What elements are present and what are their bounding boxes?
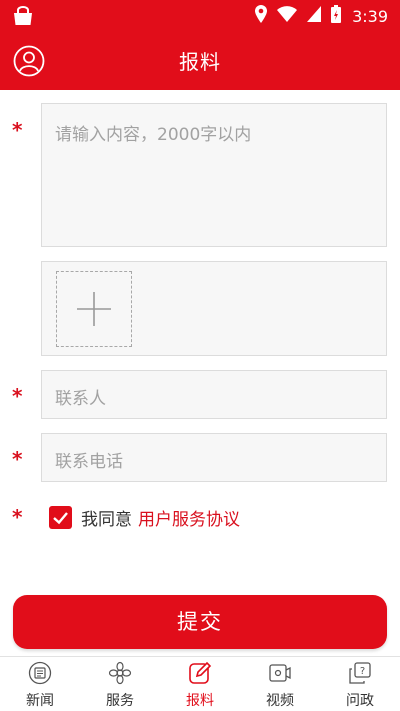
tab-label: 新闻 <box>26 693 54 709</box>
tab-label: 问政 <box>346 693 374 709</box>
tab-label: 报料 <box>186 693 214 709</box>
wifi-icon <box>276 5 298 27</box>
header: 报料 <box>0 32 400 90</box>
agree-label: 我同意 <box>81 509 132 530</box>
video-icon <box>269 664 291 682</box>
agreement-row: 我同意 用户服务协议 <box>49 503 240 531</box>
agree-checkbox[interactable] <box>49 505 72 529</box>
submit-button[interactable]: 提交 <box>13 595 387 649</box>
tab-news[interactable]: 新闻 <box>0 657 80 711</box>
status-bar: 3:39 <box>0 0 400 32</box>
plus-icon <box>77 292 111 326</box>
image-upload-area <box>41 261 387 356</box>
signal-icon <box>306 5 322 27</box>
tab-label: 视频 <box>266 693 294 709</box>
contact-name-field[interactable]: 联系人 <box>41 370 387 419</box>
tab-label: 服务 <box>106 693 134 709</box>
service-icon <box>108 661 132 685</box>
inquiry-icon: ? <box>349 662 371 684</box>
add-image-button[interactable] <box>56 271 132 347</box>
contact-name-placeholder: 联系人 <box>55 389 106 409</box>
status-icons: 3:39 <box>254 5 388 27</box>
battery-icon <box>330 4 342 28</box>
checkmark-icon <box>53 511 68 524</box>
phone-field[interactable]: 联系电话 <box>41 433 387 482</box>
status-time: 3:39 <box>352 6 388 26</box>
top-bar: 3:39 报料 <box>0 0 400 90</box>
phone-placeholder: 联系电话 <box>55 452 123 472</box>
report-icon <box>189 661 212 684</box>
news-icon <box>28 661 52 685</box>
content-placeholder: 请输入内容，2000字以内 <box>55 125 252 145</box>
user-agreement-link[interactable]: 用户服务协议 <box>138 505 240 530</box>
tab-video[interactable]: 视频 <box>240 657 320 711</box>
tab-inquiry[interactable]: ? 问政 <box>320 657 400 711</box>
svg-text:?: ? <box>360 666 365 677</box>
required-mark: * <box>12 447 23 471</box>
content-textarea[interactable]: 请输入内容，2000字以内 <box>41 103 387 247</box>
bottom-tab-bar: 新闻 服务 报料 视频 ? 问政 <box>0 656 400 711</box>
shopping-bag-icon <box>12 6 34 26</box>
required-mark: * <box>12 118 23 142</box>
required-mark: * <box>12 505 23 529</box>
page-title: 报料 <box>179 50 221 74</box>
tab-service[interactable]: 服务 <box>80 657 160 711</box>
location-icon <box>254 4 268 28</box>
tab-report[interactable]: 报料 <box>160 657 240 711</box>
required-mark: * <box>12 384 23 408</box>
